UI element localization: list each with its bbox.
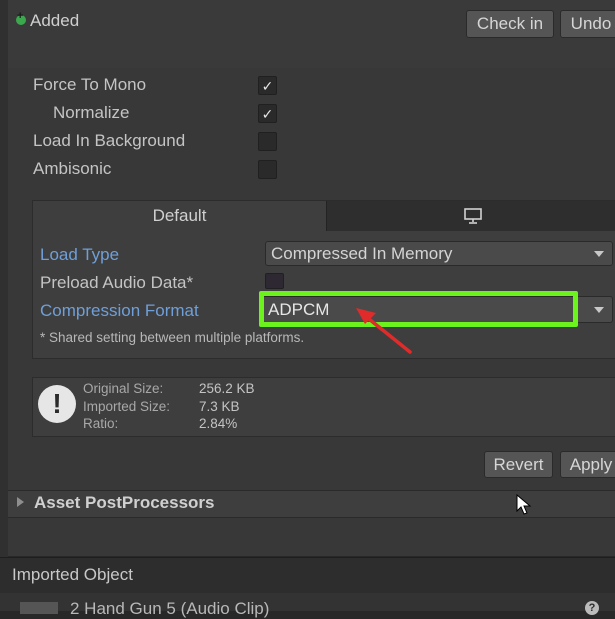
compression-format-label: Compression Format: [40, 301, 199, 320]
original-size-value: 256.2 KB: [199, 381, 255, 396]
load-type-label: Load Type: [40, 245, 120, 264]
force-to-mono-label: Force To Mono: [33, 75, 147, 94]
chevron-down-icon: [594, 306, 604, 313]
load-type-dropdown[interactable]: Compressed In Memory: [265, 241, 613, 266]
tab-default[interactable]: Default: [33, 201, 326, 231]
imported-object-name: 2 Hand Gun 5 (Audio Clip): [70, 599, 270, 618]
checkmark-icon: ✓: [261, 105, 274, 122]
normalize-label: Normalize: [53, 103, 130, 122]
imported-size-label: Imported Size:: [83, 399, 171, 414]
red-arrow-icon: [356, 308, 412, 354]
status-label: Added: [30, 11, 80, 30]
left-border: [0, 0, 8, 611]
normalize-checkbox[interactable]: ✓: [258, 104, 277, 123]
checkmark-icon: ✓: [261, 77, 274, 94]
force-to-mono-checkbox[interactable]: ✓: [258, 76, 277, 95]
preload-audio-data-checkbox[interactable]: [265, 273, 284, 289]
load-type-value: Compressed In Memory: [271, 243, 453, 263]
chevron-down-icon: [594, 250, 604, 257]
revert-button[interactable]: Revert: [484, 451, 553, 478]
apply-button[interactable]: Apply: [560, 451, 615, 478]
ratio-label: Ratio:: [83, 416, 119, 431]
check-in-button[interactable]: Check in: [466, 10, 554, 38]
original-size-label: Original Size:: [83, 381, 164, 396]
mouse-cursor-icon: [516, 494, 532, 515]
imported-object-title: Imported Object: [12, 565, 133, 584]
help-icon[interactable]: ?: [585, 601, 599, 615]
undo-button[interactable]: Undo: [560, 10, 615, 38]
audio-clip-thumbnail: [20, 602, 58, 614]
monitor-icon: [464, 208, 482, 224]
ratio-value: 2.84%: [199, 416, 238, 431]
preload-audio-data-label: Preload Audio Data*: [40, 273, 194, 292]
asset-postprocessors-title: Asset PostProcessors: [34, 493, 215, 512]
ambisonic-checkbox[interactable]: [258, 160, 277, 179]
imported-size-value: 7.3 KB: [199, 399, 240, 414]
shared-setting-note: * Shared setting between multiple platfo…: [40, 330, 305, 345]
warning-icon: !: [38, 385, 76, 423]
chevron-right-icon: [17, 497, 24, 507]
load-in-background-label: Load In Background: [33, 131, 186, 150]
added-status-icon: [16, 10, 26, 25]
ambisonic-label: Ambisonic: [33, 159, 112, 178]
load-in-background-checkbox[interactable]: [258, 132, 277, 151]
